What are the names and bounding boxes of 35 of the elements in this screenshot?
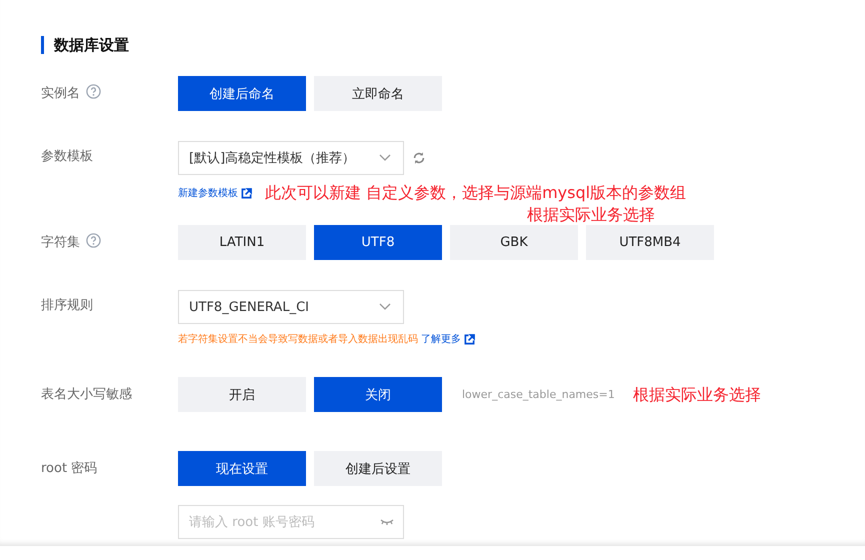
field-label: 字符集 [41,234,80,251]
link[interactable]: 新建参数模板 [178,186,238,200]
annotation-text: 根据实际业务选择 [527,205,655,224]
option-button[interactable]: 开启 [178,377,306,412]
dropdown-select[interactable]: [默认]高稳定性模板（推荐） [178,141,404,175]
external-link-icon [241,188,252,198]
field-label: 实例名 [41,85,80,102]
section-title: 数据库设置 [54,36,129,54]
annotation-text: 根据实际业务选择 [632,384,761,404]
parameter-note: lower_case_table_names=1 [462,388,615,401]
option-button[interactable]: 立即命名 [314,76,442,111]
annotation-text: 此次可以新建 自定义参数，选择与源端mysql版本的参数组 [265,183,686,203]
external-link-icon [464,334,475,344]
chevron-down-icon [379,154,391,162]
field-label: 表名大小写敏感 [41,386,132,403]
warning-text: 若字符集设置不当会导致写数据或者导入数据出现乱码 [178,332,418,346]
password-field[interactable]: 请输入 root 账号密码 [178,505,404,539]
field-label: 参数模板 [41,148,93,165]
field-label: 排序规则 [41,297,93,314]
dropdown-select[interactable]: UTF8_GENERAL_CI [178,290,404,324]
option-button[interactable]: UTF8MB4 [586,225,714,260]
refresh-icon[interactable] [412,151,426,165]
option-button[interactable]: 创建后设置 [314,451,442,486]
field-label: root 密码 [41,460,98,477]
closed-eye-icon[interactable] [380,518,394,526]
option-button[interactable]: 创建后命名 [178,76,306,111]
option-button[interactable]: UTF8 [314,225,442,260]
option-button[interactable]: 关闭 [314,377,442,412]
option-button[interactable]: LATIN1 [178,225,306,260]
option-button[interactable]: GBK [450,225,578,260]
help-icon[interactable] [86,233,101,248]
help-icon[interactable] [86,84,101,99]
link[interactable]: 了解更多 [421,332,461,346]
option-button[interactable]: 现在设置 [178,451,306,486]
chevron-down-icon [379,303,391,311]
